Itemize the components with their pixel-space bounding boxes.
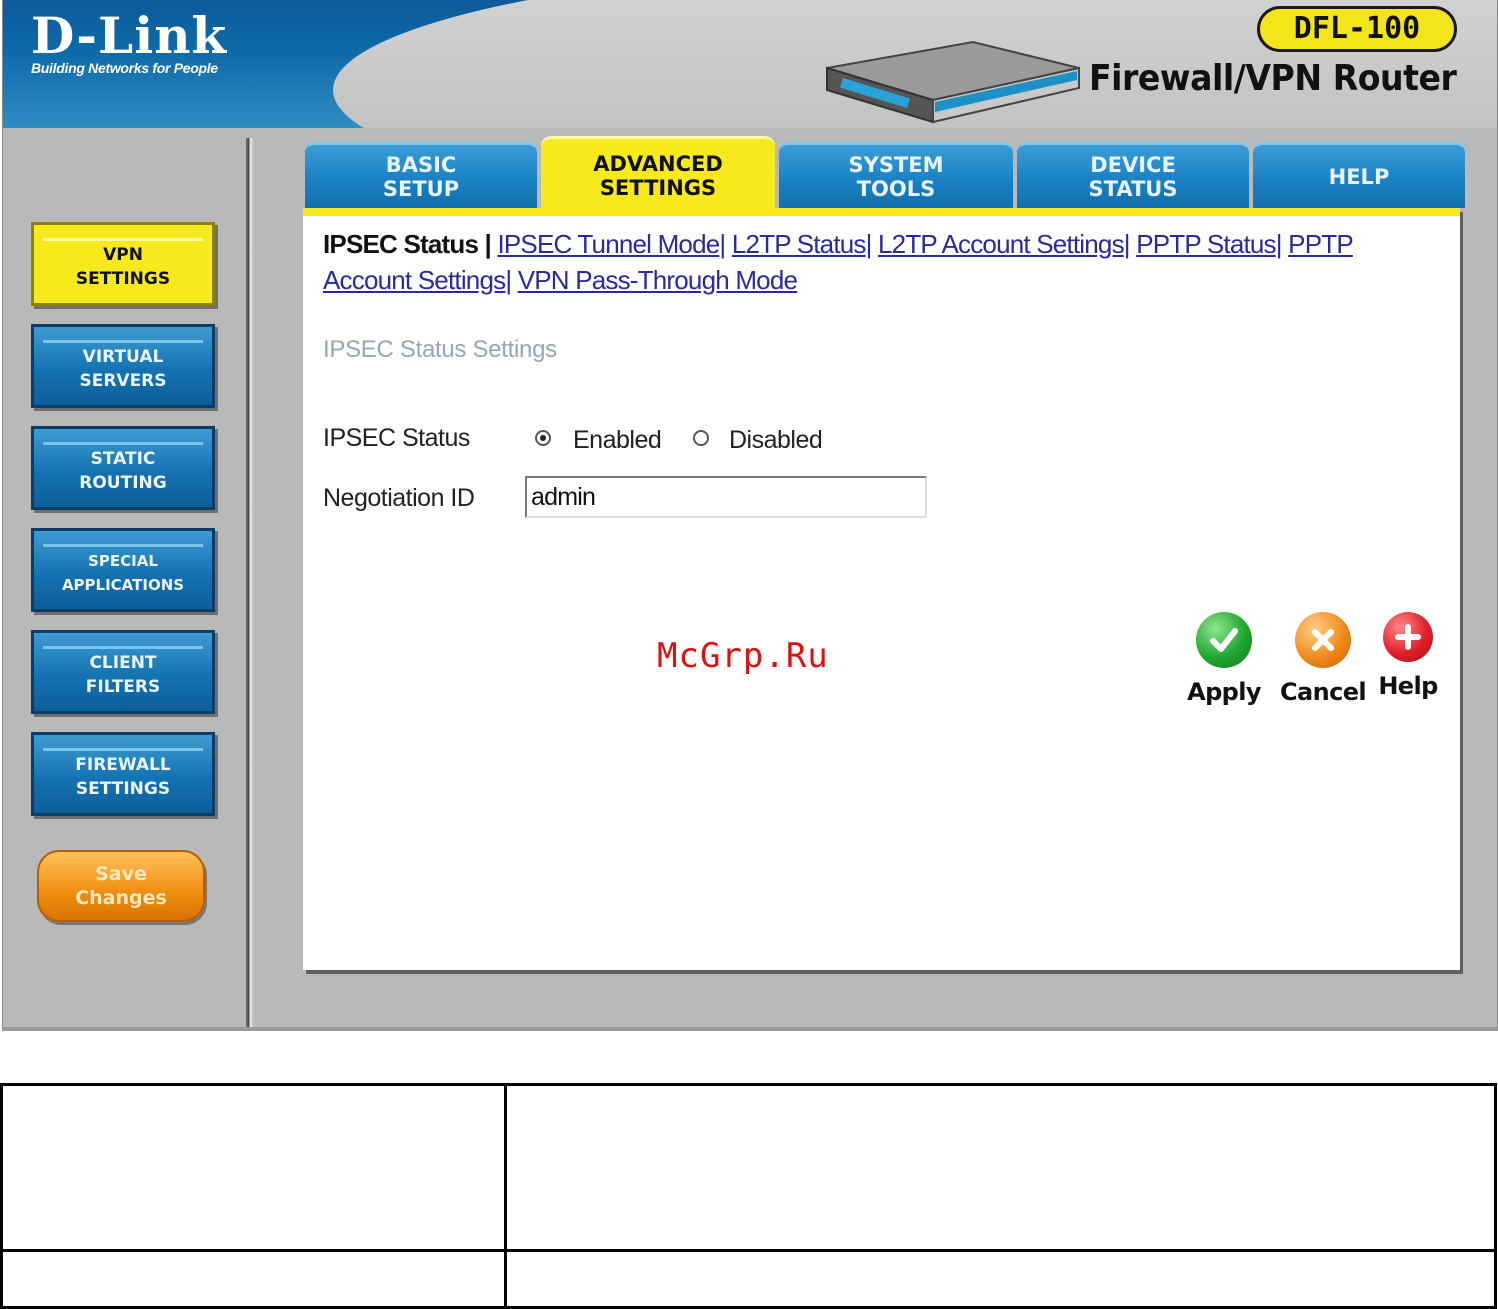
ipsec-status-label: IPSEC Status [323, 424, 470, 452]
sidebar-item-virtual-servers[interactable]: VIRTUAL SERVERS [31, 324, 215, 408]
cancel-button[interactable]: Cancel [1273, 612, 1373, 706]
tab-label: SYSTEM [848, 152, 944, 177]
brand-name: D-Link [31, 6, 228, 65]
table-cell [0, 1083, 507, 1252]
apply-button[interactable]: Apply [1181, 612, 1267, 706]
save-changes-button[interactable]: Save Changes [37, 850, 205, 922]
sidebar-item-label: VIRTUAL [82, 346, 164, 367]
tab-system-tools[interactable]: SYSTEM TOOLS [779, 142, 1013, 208]
subnav-separator: | [865, 229, 879, 259]
section-title: IPSEC Status Settings [323, 336, 557, 363]
product-title: Firewall/VPN Router [1089, 58, 1457, 99]
ipsec-disabled-label: Disabled [729, 426, 823, 454]
subnav-separator: | [505, 265, 518, 295]
tab-help[interactable]: HELP [1253, 142, 1465, 208]
subnav-link-vpn-pass-through-mode[interactable]: VPN Pass-Through Mode [518, 265, 798, 295]
table-cell [504, 1249, 1497, 1309]
close-icon [1295, 612, 1351, 668]
router-ui-screenshot: D-Link Building Networks for People DFL-… [2, 0, 1498, 1031]
negotiation-id-label: Negotiation ID [323, 484, 475, 512]
sidebar-item-client-filters[interactable]: CLIENT FILTERS [31, 630, 215, 714]
document-table [0, 1083, 1497, 1309]
watermark: McGrp.Ru [657, 636, 829, 676]
apply-label: Apply [1187, 678, 1261, 706]
subnav-separator: | [1275, 229, 1289, 259]
table-cell [504, 1083, 1497, 1252]
sidebar-item-label: SETTINGS [75, 268, 171, 289]
cancel-label: Cancel [1279, 678, 1367, 706]
save-label: Changes [75, 887, 167, 909]
header-banner: D-Link Building Networks for People DFL-… [3, 0, 1497, 128]
sidebar-item-label: VPN [103, 244, 143, 265]
sidebar-item-label: FILTERS [85, 676, 161, 697]
sidebar-item-static-routing[interactable]: STATIC ROUTING [31, 426, 215, 510]
help-button[interactable]: Help [1375, 612, 1441, 700]
model-badge: DFL-100 [1257, 6, 1457, 52]
content-panel: IPSEC Status | IPSEC Tunnel Mode| L2TP S… [303, 208, 1460, 970]
table-cell [0, 1249, 507, 1309]
tab-label: SETUP [382, 176, 460, 201]
ipsec-enabled-label: Enabled [573, 426, 662, 454]
tab-label: SETTINGS [599, 175, 717, 200]
tab-label: BASIC [385, 152, 457, 177]
plus-icon [1383, 612, 1433, 662]
subnav-current-ipsec-status: IPSEC Status [323, 229, 479, 259]
sidebar-item-label: SERVERS [79, 370, 167, 391]
sub-navigation: IPSEC Status | IPSEC Tunnel Mode| L2TP S… [323, 226, 1433, 298]
subnav-link-ipsec-tunnel-mode[interactable]: IPSEC Tunnel Mode [497, 229, 720, 259]
subnav-link-pptp-status[interactable]: PPTP Status [1136, 229, 1276, 259]
sidebar-item-label: STATIC [90, 448, 156, 469]
tab-advanced-settings[interactable]: ADVANCED SETTINGS [541, 136, 775, 212]
ipsec-disabled-radio[interactable] [693, 430, 709, 446]
tab-device-status[interactable]: DEVICE STATUS [1017, 142, 1249, 208]
sidebar-item-label: SETTINGS [75, 778, 171, 799]
checkmark-icon [1196, 612, 1252, 668]
brand-tagline: Building Networks for People [31, 60, 218, 76]
sidebar-item-label: SPECIAL [88, 551, 158, 570]
router-device-icon [826, 40, 1080, 124]
subnav-separator: | [719, 229, 732, 259]
tab-label: DEVICE [1090, 152, 1176, 177]
tab-basic-setup[interactable]: BASIC SETUP [305, 142, 537, 208]
tab-label: ADVANCED [593, 151, 723, 176]
subnav-link-l2tp-status[interactable]: L2TP Status [732, 229, 867, 259]
sidebar-item-special-applications[interactable]: SPECIAL APPLICATIONS [31, 528, 215, 612]
sidebar-item-firewall-settings[interactable]: FIREWALL SETTINGS [31, 732, 215, 816]
sidebar-item-vpn-settings[interactable]: VPN SETTINGS [31, 222, 215, 306]
subnav-link-l2tp-account-settings[interactable]: L2TP Account Settings [878, 229, 1125, 259]
sidebar-item-label: CLIENT [89, 652, 157, 673]
subnav-separator: | [1123, 229, 1137, 259]
sidebar-item-label: ROUTING [79, 472, 167, 493]
help-label: Help [1378, 672, 1438, 700]
subnav-separator: | [478, 229, 498, 259]
tab-label: STATUS [1088, 176, 1178, 201]
tab-label: TOOLS [856, 176, 936, 201]
sidebar-item-label: APPLICATIONS [61, 575, 185, 594]
ipsec-enabled-radio[interactable] [535, 430, 551, 446]
dlink-logo: D-Link Building Networks for People [31, 6, 228, 77]
sidebar-item-label: FIREWALL [75, 754, 171, 775]
sidebar-divider [246, 138, 254, 1027]
negotiation-id-input[interactable] [525, 476, 927, 518]
save-label: Save [95, 863, 147, 885]
tab-label: HELP [1328, 164, 1390, 189]
